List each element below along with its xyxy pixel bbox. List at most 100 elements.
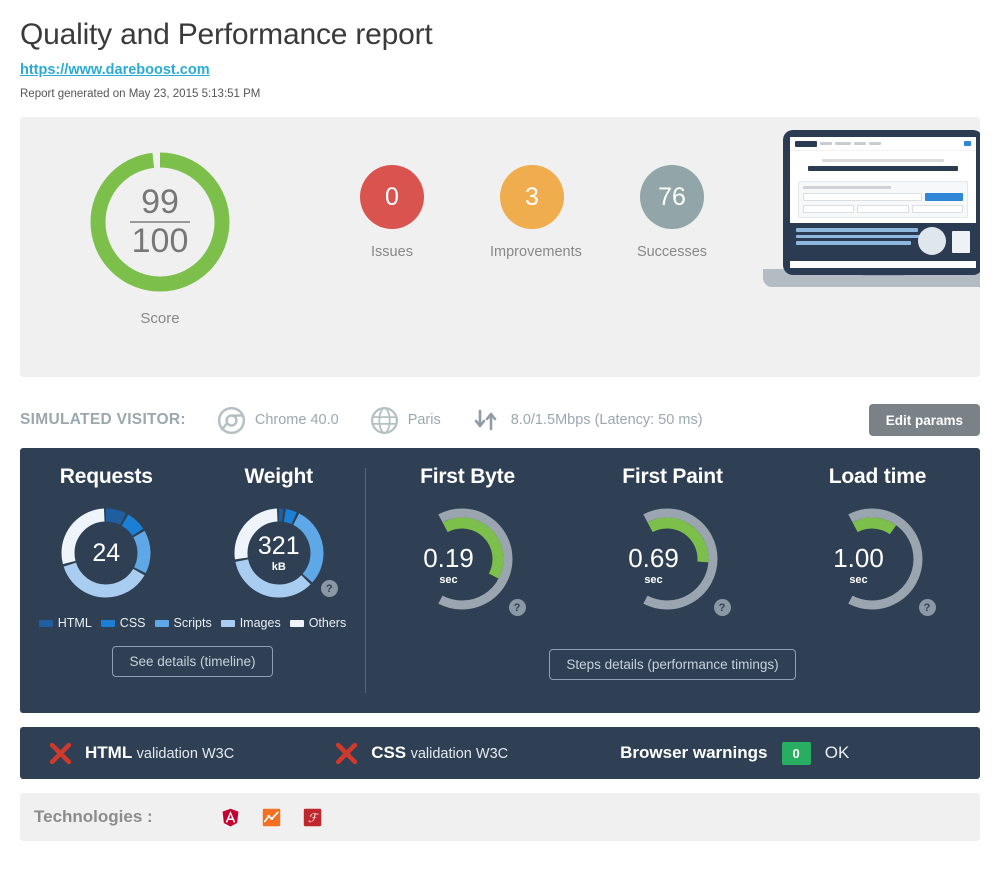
requests-donut: 24: [56, 503, 156, 603]
stat-issues-label: Issues: [371, 244, 413, 260]
browser-warnings-badge: 0: [781, 741, 811, 765]
css-validation-strong: CSS: [371, 743, 407, 762]
score-donut: 99 100: [85, 147, 235, 297]
bandwidth-arrows-icon: [474, 409, 497, 431]
mini-nav-link: [835, 142, 851, 145]
css-validation[interactable]: CSS validation W3C: [334, 741, 508, 766]
first-byte-readout: 0.19 sec: [410, 545, 488, 586]
load-time-value: 1.00: [833, 543, 884, 573]
score-block: 99 100 Score: [65, 147, 255, 327]
first-byte-gauge: 0.19 sec ?: [410, 497, 526, 622]
load-time-gauge: 1.00 sec ?: [820, 497, 936, 622]
first-byte-unit: sec: [439, 574, 458, 586]
mini-nav-link: [820, 142, 832, 145]
first-paint-value: 0.69: [628, 543, 679, 573]
score-inner: 99 100: [85, 147, 235, 297]
stat-successes-value: 76: [658, 182, 686, 211]
resources-legend: HTML CSS Scripts Images Others: [20, 616, 365, 630]
stat-issues-circle: 0: [360, 165, 424, 229]
timings-section: First Byte First Paint Load time 0.19 se…: [365, 448, 980, 713]
mini-hero-subtitle: [822, 159, 944, 162]
edit-params-button[interactable]: Edit params: [868, 404, 980, 436]
mini-hero: [790, 151, 976, 176]
first-paint-gauge: 0.69 sec ?: [615, 497, 731, 622]
chrome-icon: [217, 406, 245, 434]
legend-label-css: CSS: [119, 616, 146, 630]
visitor-location-label: Paris: [407, 412, 441, 428]
weight-donut-cell: 321 kB ?: [193, 503, 366, 603]
score-summary-panel: 99 100 Score 0 Issues 3 Improvements 76 …: [20, 117, 980, 377]
requests-value: 24: [92, 538, 121, 567]
mini-url-input: [803, 193, 922, 201]
load-time-gauge-cell: 1.00 sec ?: [775, 497, 980, 647]
site-screenshot-thumbnail[interactable]: [743, 117, 980, 377]
first-byte-value: 0.19: [423, 543, 474, 573]
load-time-unit: sec: [849, 574, 868, 586]
gauge-fill: [852, 517, 896, 535]
generated-date: Report generated on May 23, 2015 5:13:51…: [20, 88, 261, 100]
legend-swatch-others: [289, 619, 304, 627]
cross-icon: [49, 742, 72, 764]
legend-item-css: CSS: [100, 616, 146, 630]
google-analytics-icon[interactable]: [262, 808, 281, 827]
visitor-bandwidth: 8.0/1.5Mbps (Latency: 50 ms): [473, 408, 703, 432]
technologies-icons: ℱ: [221, 808, 322, 827]
weight-value: 321: [257, 531, 300, 560]
font-script-icon[interactable]: ℱ: [303, 808, 322, 827]
stat-issues-value: 0: [385, 182, 399, 211]
load-time-readout: 1.00 sec: [820, 545, 898, 586]
timing-gauges: 0.19 sec ? 0.69 sec ? 1.00 sec ?: [365, 497, 980, 647]
html-validation-strong: HTML: [85, 743, 133, 762]
steps-details-button[interactable]: Steps details (performance timings): [549, 649, 796, 680]
mini-browser-select: [857, 205, 909, 213]
technologies-title: Technologies :: [34, 807, 153, 826]
mini-location-select: [911, 205, 963, 213]
simulated-visitor-bar: SIMULATED VISITOR: Chrome 40.0 Paris 8.0…: [20, 400, 980, 440]
mini-nav-link: [869, 142, 881, 145]
mini-site-nav: [790, 137, 976, 151]
html-validation[interactable]: HTML validation W3C: [48, 741, 234, 766]
timeline-button-row: See details (timeline): [20, 646, 365, 677]
css-validation-rest: validation W3C: [410, 746, 509, 762]
visitor-bandwidth-label: 8.0/1.5Mbps (Latency: 50 ms): [510, 412, 703, 428]
resources-donuts: 24 321 kB ?: [20, 503, 365, 603]
first-byte-help-icon[interactable]: ?: [508, 599, 526, 616]
legend-item-images: Images: [220, 616, 281, 630]
html-validation-rest: validation W3C: [136, 746, 235, 762]
first-paint-help-icon[interactable]: ?: [713, 599, 731, 616]
html-validation-text: HTML validation W3C: [85, 743, 234, 763]
requests-title: Requests: [59, 465, 153, 488]
mini-form-row: [803, 193, 963, 201]
mini-select-row: [803, 205, 963, 213]
legend-label-images: Images: [239, 616, 281, 630]
angularjs-icon[interactable]: [221, 808, 240, 827]
simulated-visitor-title: SIMULATED VISITOR:: [20, 411, 186, 428]
first-byte-gauge-cell: 0.19 sec ?: [365, 497, 570, 647]
mini-form-label: [803, 186, 891, 189]
legend-item-scripts: Scripts: [154, 616, 212, 630]
first-paint-readout: 0.69 sec: [615, 545, 693, 586]
first-paint-gauge-cell: 0.69 sec ?: [570, 497, 775, 647]
browser-warnings-status: OK: [824, 743, 850, 762]
laptop-screen: [790, 137, 976, 268]
requests-donut-cell: 24: [20, 503, 193, 603]
load-time-help-icon[interactable]: ?: [918, 599, 936, 616]
mini-footer-illustration: [918, 227, 946, 255]
stat-successes-label: Successes: [636, 244, 708, 260]
see-details-timeline-button[interactable]: See details (timeline): [112, 646, 273, 677]
mini-footer-doc: [952, 231, 970, 253]
legend-item-others: Others: [289, 616, 346, 630]
globe-icon: [370, 406, 398, 434]
legend-item-html: HTML: [38, 616, 92, 630]
stat-issues: 0 Issues: [350, 165, 434, 260]
mini-analyze-button: [925, 193, 963, 201]
weight-donut: 321 kB ?: [229, 503, 338, 603]
weight-help-icon[interactable]: ?: [320, 580, 338, 597]
resources-section: Requests Weight 24 321 kB ? HTML CSS Scr…: [20, 448, 365, 713]
cross-icon: [336, 742, 358, 764]
visitor-browser: Chrome 40.0: [217, 406, 339, 434]
load-time-title: Load time: [828, 465, 927, 488]
stats-group: 0 Issues 3 Improvements 76 Successes: [350, 165, 714, 260]
mini-footer-line: [796, 234, 932, 238]
site-url-link[interactable]: https://www.dareboost.com: [20, 62, 210, 78]
